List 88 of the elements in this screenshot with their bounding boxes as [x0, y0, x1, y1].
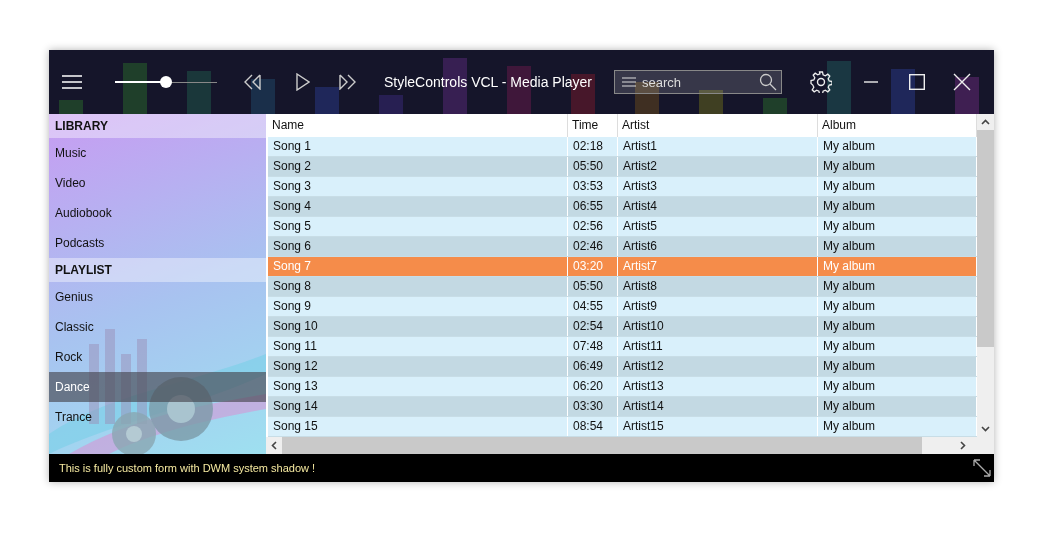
table-cell: Artist9	[618, 297, 818, 316]
table-cell: Song 11	[268, 337, 568, 356]
table-cell: Artist4	[618, 197, 818, 216]
table-cell: Song 5	[268, 217, 568, 236]
table-cell: Song 15	[268, 417, 568, 436]
table-cell: Song 8	[268, 277, 568, 296]
table-cell: 05:50	[568, 277, 618, 296]
table-cell: Song 13	[268, 377, 568, 396]
volume-thumb[interactable]	[160, 76, 172, 88]
scroll-right-icon[interactable]	[960, 441, 966, 450]
scroll-left-icon[interactable]	[271, 441, 277, 450]
sidebar-item[interactable]: Podcasts	[49, 228, 266, 258]
table-cell: Artist5	[618, 217, 818, 236]
sidebar-section-title: LIBRARY	[49, 114, 266, 138]
table-cell: Artist3	[618, 177, 818, 196]
table-cell: 07:48	[568, 337, 618, 356]
table-cell: 06:55	[568, 197, 618, 216]
rewind-icon[interactable]	[243, 74, 263, 90]
sidebar-item[interactable]: Genius	[49, 282, 266, 312]
table-row[interactable]: Song 10 02:54 Artist10 My album	[268, 317, 977, 337]
table-row[interactable]: Song 2 05:50 Artist2 My album	[268, 157, 977, 177]
table-cell: 03:53	[568, 177, 618, 196]
table-cell: 08:54	[568, 417, 618, 436]
table-cell: 02:18	[568, 137, 618, 156]
sidebar-item[interactable]: Rock	[49, 342, 266, 372]
table-row[interactable]: Song 3 03:53 Artist3 My album	[268, 177, 977, 197]
table-cell: Artist15	[618, 417, 818, 436]
table-cell: 04:55	[568, 297, 618, 316]
table-cell: Song 7	[268, 257, 568, 276]
fast-forward-icon[interactable]	[338, 74, 358, 90]
settings-icon[interactable]	[810, 71, 832, 93]
sidebar-item[interactable]: Dance	[49, 372, 266, 402]
table-cell: Song 1	[268, 137, 568, 156]
table-cell: Artist1	[618, 137, 818, 156]
table-cell: 03:20	[568, 257, 618, 276]
table-row[interactable]: Song 6 02:46 Artist6 My album	[268, 237, 977, 257]
table-cell: Song 6	[268, 237, 568, 256]
table-row[interactable]: Song 14 03:30 Artist14 My album	[268, 397, 977, 417]
table-row[interactable]: Song 13 06:20 Artist13 My album	[268, 377, 977, 397]
table-cell: Song 14	[268, 397, 568, 416]
scrollbar-thumb[interactable]	[977, 130, 994, 347]
table-cell: Song 2	[268, 157, 568, 176]
table-cell: Artist12	[618, 357, 818, 376]
table-row[interactable]: Song 1 02:18 Artist1 My album	[268, 137, 977, 157]
close-icon[interactable]	[953, 73, 971, 91]
sidebar-item[interactable]: Classic	[49, 312, 266, 342]
sidebar-item[interactable]: Audiobook	[49, 198, 266, 228]
vertical-scrollbar[interactable]	[977, 114, 994, 437]
search-field[interactable]: search	[614, 70, 782, 94]
table-cell: Artist2	[618, 157, 818, 176]
window-title: StyleControls VCL - Media Player	[384, 73, 592, 91]
sidebar-item[interactable]: Video	[49, 168, 266, 198]
scroll-up-icon[interactable]	[981, 119, 990, 125]
table-cell: Artist11	[618, 337, 818, 356]
table-cell: 06:49	[568, 357, 618, 376]
resize-icon[interactable]	[972, 458, 992, 478]
table-cell: Artist7	[618, 257, 818, 276]
table-cell: 02:56	[568, 217, 618, 236]
table-row[interactable]: Song 12 06:49 Artist12 My album	[268, 357, 977, 377]
table-cell: Song 10	[268, 317, 568, 336]
play-icon[interactable]	[296, 73, 310, 91]
table-cell: 06:20	[568, 377, 618, 396]
sidebar-item[interactable]: Music	[49, 138, 266, 168]
table-cell: 02:46	[568, 237, 618, 256]
table-row[interactable]: Song 9 04:55 Artist9 My album	[268, 297, 977, 317]
table-cell: Song 12	[268, 357, 568, 376]
status-text: This is fully custom form with DWM system shadow !	[59, 462, 316, 474]
maximize-icon[interactable]	[909, 74, 925, 90]
scroll-down-icon[interactable]	[981, 426, 990, 432]
sidebar-section-title: PLAYLIST	[49, 258, 266, 282]
table-cell: Artist10	[618, 317, 818, 336]
table-cell: Song 3	[268, 177, 568, 196]
search-icon[interactable]	[759, 73, 777, 91]
table-cell: Artist8	[618, 277, 818, 296]
table-row[interactable]: Song 15 08:54 Artist15 My album	[268, 417, 977, 437]
table-cell: Artist13	[618, 377, 818, 396]
table-cell: Artist6	[618, 237, 818, 256]
table-cell: Song 9	[268, 297, 568, 316]
table-cell: 03:30	[568, 397, 618, 416]
sidebar-item[interactable]: Trance	[49, 402, 266, 432]
table-cell: Song 4	[268, 197, 568, 216]
table-row[interactable]: Song 8 05:50 Artist8 My album	[268, 277, 977, 297]
table-row[interactable]: Song 4 06:55 Artist4 My album	[268, 197, 977, 217]
table-cell: 05:50	[568, 157, 618, 176]
table-cell: Artist14	[618, 397, 818, 416]
table-cell: 02:54	[568, 317, 618, 336]
table-row[interactable]: Song 11 07:48 Artist11 My album	[268, 337, 977, 357]
table-row[interactable]: Song 5 02:56 Artist5 My album	[268, 217, 977, 237]
